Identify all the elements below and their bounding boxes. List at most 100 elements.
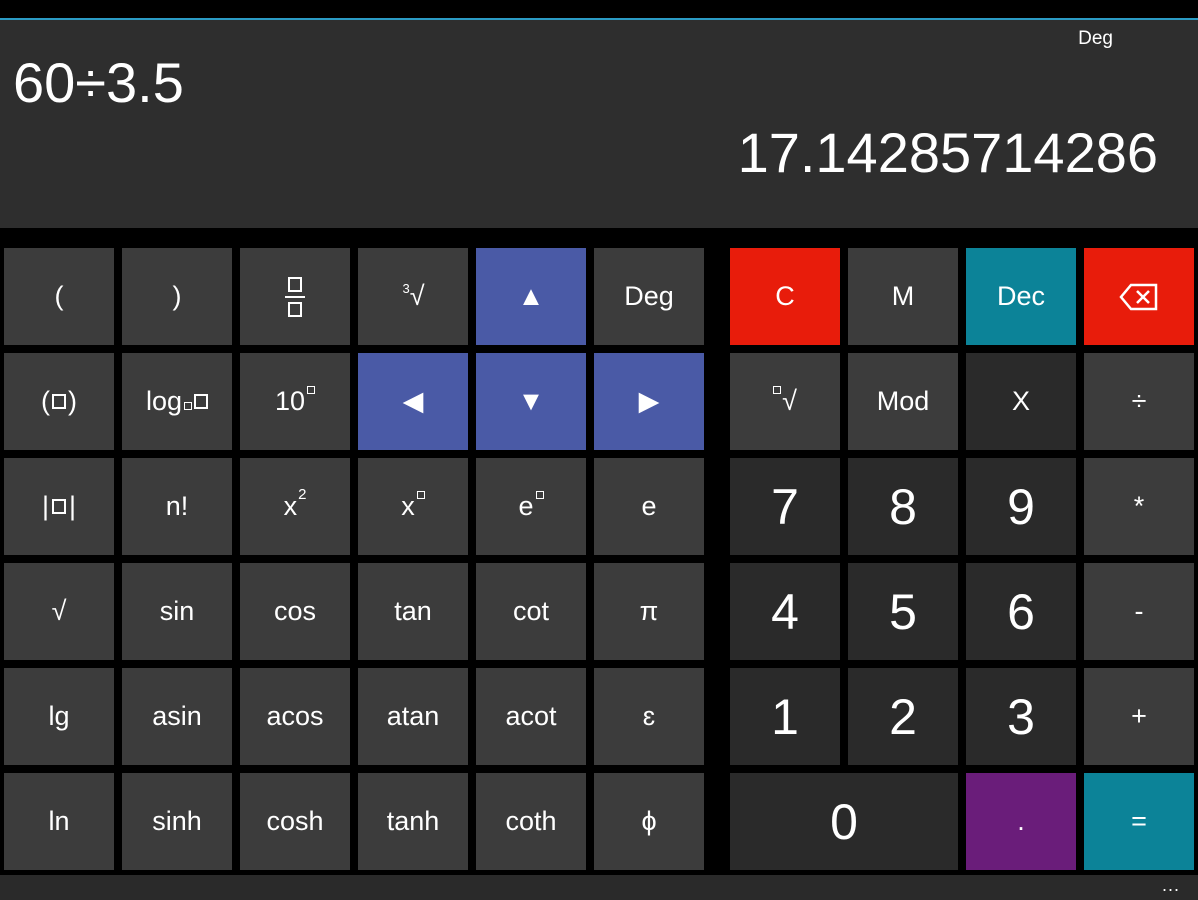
cosh-label: cosh	[266, 806, 324, 836]
nav-left-button[interactable]: ◀	[358, 353, 468, 450]
divide-label: ÷	[1131, 386, 1147, 416]
dec-button[interactable]: Dec	[966, 248, 1076, 345]
separator	[0, 228, 1198, 248]
down-arrow-icon: ▼	[517, 386, 545, 416]
equals-button[interactable]: =	[1084, 773, 1194, 870]
tan-button[interactable]: tan	[358, 563, 468, 660]
digit-3-button[interactable]: 3	[966, 668, 1076, 765]
abs-button[interactable]: | |	[4, 458, 114, 555]
equals-label: =	[1131, 806, 1147, 836]
log-base-button[interactable]: log	[122, 353, 232, 450]
digit-0-button[interactable]: 0	[730, 773, 958, 870]
decimal-point-button[interactable]: .	[966, 773, 1076, 870]
paren-box-button[interactable]: ()	[4, 353, 114, 450]
multiply-label: *	[1133, 491, 1145, 521]
display-panel: Deg 60÷3.5 17.14285714286	[0, 20, 1198, 228]
e-constant-label: e	[641, 491, 657, 521]
sqrt-label: √	[51, 596, 67, 626]
title-bar	[0, 0, 1198, 18]
acos-button[interactable]: acos	[240, 668, 350, 765]
digit-2-button[interactable]: 2	[848, 668, 958, 765]
coth-button[interactable]: coth	[476, 773, 586, 870]
asin-button[interactable]: asin	[122, 668, 232, 765]
x-variable-button[interactable]: X	[966, 353, 1076, 450]
cos-label: cos	[273, 596, 317, 626]
x-squared-button[interactable]: x2	[240, 458, 350, 555]
sin-button[interactable]: sin	[122, 563, 232, 660]
memory-button[interactable]: M	[848, 248, 958, 345]
paren-box-open: (	[41, 386, 50, 416]
sin-label: sin	[159, 596, 195, 626]
up-arrow-icon: ▲	[517, 281, 545, 311]
minus-button[interactable]: -	[1084, 563, 1194, 660]
digit-3-label: 3	[1007, 688, 1035, 745]
sqrt-button[interactable]: √	[4, 563, 114, 660]
abs-right: |	[69, 491, 77, 521]
divide-button[interactable]: ÷	[1084, 353, 1194, 450]
x-squared-base: x	[283, 491, 298, 521]
e-power-button[interactable]: e	[476, 458, 586, 555]
nav-right-button[interactable]: ▶	[594, 353, 704, 450]
pi-button[interactable]: π	[594, 563, 704, 660]
ln-button[interactable]: ln	[4, 773, 114, 870]
digit-2-label: 2	[889, 688, 917, 745]
cot-button[interactable]: cot	[476, 563, 586, 660]
open-paren-button[interactable]: (	[4, 248, 114, 345]
pi-label: π	[639, 596, 659, 626]
plus-label: +	[1131, 701, 1147, 731]
nth-root-button[interactable]: √	[730, 353, 840, 450]
atan-button[interactable]: atan	[358, 668, 468, 765]
open-paren-label: (	[54, 281, 64, 311]
digit-7-label: 7	[771, 478, 799, 535]
cot-label: cot	[512, 596, 550, 626]
x-power-button[interactable]: x	[358, 458, 468, 555]
digit-8-button[interactable]: 8	[848, 458, 958, 555]
multiply-button[interactable]: *	[1084, 458, 1194, 555]
left-arrow-icon: ◀	[402, 386, 424, 416]
mod-button[interactable]: Mod	[848, 353, 958, 450]
digit-4-button[interactable]: 4	[730, 563, 840, 660]
nav-down-button[interactable]: ▼	[476, 353, 586, 450]
close-paren-button[interactable]: )	[122, 248, 232, 345]
cube-root-label: √	[409, 281, 425, 311]
plus-button[interactable]: +	[1084, 668, 1194, 765]
digit-1-button[interactable]: 1	[730, 668, 840, 765]
x-squared-exp: 2	[298, 486, 307, 503]
phi-button[interactable]: ϕ	[594, 773, 704, 870]
epsilon-button[interactable]: ɛ	[594, 668, 704, 765]
digit-8-label: 8	[889, 478, 917, 535]
result-display: 17.14285714286	[737, 121, 1158, 184]
decimal-point-label: .	[1017, 806, 1025, 836]
sinh-button[interactable]: sinh	[122, 773, 232, 870]
abs-left: |	[41, 491, 49, 521]
x-power-base: x	[401, 491, 415, 521]
acot-button[interactable]: acot	[476, 668, 586, 765]
cube-root-button[interactable]: 3 √	[358, 248, 468, 345]
fraction-button[interactable]	[240, 248, 350, 345]
more-options-button[interactable]: ...	[1162, 875, 1180, 896]
deg-button[interactable]: Deg	[594, 248, 704, 345]
ten-power-button[interactable]: 10	[240, 353, 350, 450]
digit-9-button[interactable]: 9	[966, 458, 1076, 555]
e-constant-button[interactable]: e	[594, 458, 704, 555]
ten-power-label: 10	[274, 386, 306, 416]
asin-label: asin	[152, 701, 202, 731]
digit-5-button[interactable]: 5	[848, 563, 958, 660]
tanh-label: tanh	[386, 806, 440, 836]
digit-7-button[interactable]: 7	[730, 458, 840, 555]
x-variable-label: X	[1011, 386, 1030, 416]
lg-label: lg	[48, 701, 70, 731]
digit-9-label: 9	[1007, 478, 1035, 535]
lg-button[interactable]: lg	[4, 668, 114, 765]
expression-display: 60÷3.5	[13, 51, 184, 114]
clear-button[interactable]: C	[730, 248, 840, 345]
digit-6-button[interactable]: 6	[966, 563, 1076, 660]
factorial-button[interactable]: n!	[122, 458, 232, 555]
backspace-button[interactable]	[1084, 248, 1194, 345]
tanh-button[interactable]: tanh	[358, 773, 468, 870]
cos-button[interactable]: cos	[240, 563, 350, 660]
nav-up-button[interactable]: ▲	[476, 248, 586, 345]
mod-label: Mod	[876, 386, 930, 416]
cosh-button[interactable]: cosh	[240, 773, 350, 870]
phi-label: ϕ	[641, 806, 657, 836]
